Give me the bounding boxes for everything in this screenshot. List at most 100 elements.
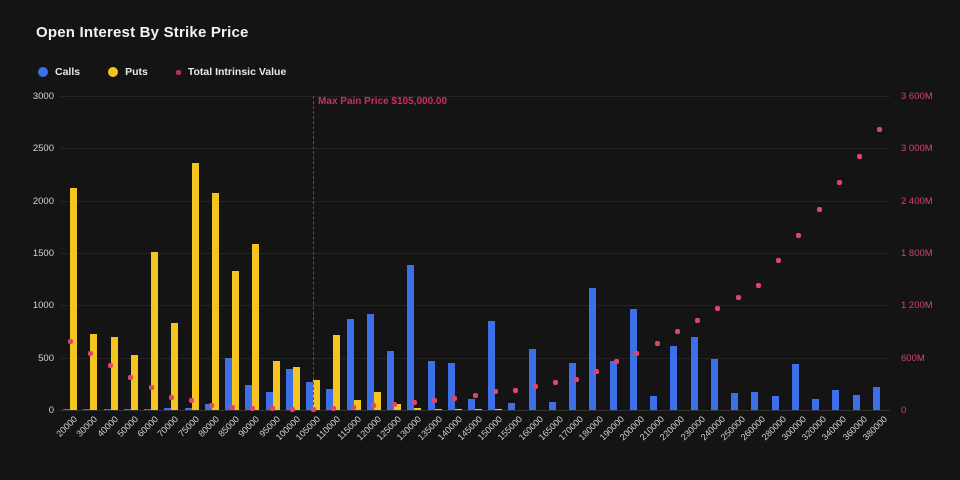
calls-bar[interactable] (144, 409, 151, 410)
gridline (60, 148, 890, 149)
intrinsic-value-dot[interactable] (209, 403, 214, 408)
intrinsic-value-dot[interactable] (290, 407, 295, 412)
puts-bar[interactable] (313, 380, 320, 410)
puts-bar[interactable] (495, 409, 502, 410)
calls-bar[interactable] (711, 359, 718, 410)
calls-bar[interactable] (164, 408, 171, 410)
calls-bar[interactable] (124, 409, 131, 410)
puts-bar[interactable] (273, 361, 280, 410)
calls-bar[interactable] (225, 358, 232, 410)
intrinsic-value-dot[interactable] (695, 318, 700, 323)
intrinsic-value-dot[interactable] (736, 295, 741, 300)
calls-bar[interactable] (468, 399, 475, 411)
intrinsic-value-dot[interactable] (128, 375, 133, 380)
calls-bar[interactable] (185, 408, 192, 410)
intrinsic-value-dot[interactable] (796, 233, 801, 238)
calls-bar[interactable] (751, 392, 758, 410)
intrinsic-value-dot[interactable] (533, 384, 538, 389)
puts-bar[interactable] (111, 337, 118, 410)
puts-bar[interactable] (333, 335, 340, 410)
intrinsic-value-dot[interactable] (311, 407, 316, 412)
intrinsic-value-dot[interactable] (715, 306, 720, 311)
calls-bar[interactable] (589, 288, 596, 410)
puts-bar[interactable] (192, 163, 199, 410)
intrinsic-value-dot[interactable] (108, 363, 113, 368)
calls-bar[interactable] (407, 265, 414, 410)
legend-item-puts[interactable]: Puts (108, 66, 148, 78)
calls-bar[interactable] (731, 393, 738, 410)
puts-bar[interactable] (293, 367, 300, 410)
puts-bar[interactable] (90, 334, 97, 410)
calls-bar[interactable] (306, 382, 313, 410)
intrinsic-value-dot[interactable] (574, 377, 579, 382)
calls-bar[interactable] (488, 321, 495, 410)
intrinsic-value-dot[interactable] (756, 283, 761, 288)
intrinsic-value-dot[interactable] (230, 405, 235, 410)
intrinsic-value-dot[interactable] (432, 398, 437, 403)
intrinsic-value-dot[interactable] (412, 400, 417, 405)
calls-bar[interactable] (873, 387, 880, 410)
calls-bar[interactable] (630, 309, 637, 410)
intrinsic-value-dot[interactable] (857, 154, 862, 159)
calls-bar[interactable] (529, 349, 536, 410)
calls-bar[interactable] (549, 402, 556, 410)
puts-bar[interactable] (475, 409, 482, 410)
calls-bar[interactable] (508, 403, 515, 410)
intrinsic-value-dot[interactable] (594, 369, 599, 374)
intrinsic-value-dot[interactable] (655, 341, 660, 346)
right-axis-tick-label: 1 200M (901, 300, 933, 311)
calls-bar[interactable] (812, 399, 819, 411)
calls-bar[interactable] (670, 346, 677, 410)
intrinsic-value-dot[interactable] (351, 405, 356, 410)
calls-bar[interactable] (83, 409, 90, 410)
intrinsic-value-dot[interactable] (817, 207, 822, 212)
intrinsic-value-dot[interactable] (331, 406, 336, 411)
intrinsic-value-dot[interactable] (493, 389, 498, 394)
puts-bar[interactable] (232, 271, 239, 410)
intrinsic-value-dot[interactable] (189, 398, 194, 403)
intrinsic-value-dot[interactable] (553, 380, 558, 385)
gridline (60, 358, 890, 359)
intrinsic-value-dot[interactable] (270, 406, 275, 411)
calls-bar[interactable] (792, 364, 799, 410)
intrinsic-value-dot[interactable] (513, 388, 518, 393)
intrinsic-value-dot[interactable] (88, 351, 93, 356)
legend-item-total-intrinsic-value[interactable]: Total Intrinsic Value (176, 66, 286, 78)
intrinsic-value-dot[interactable] (392, 402, 397, 407)
intrinsic-value-dot[interactable] (169, 395, 174, 400)
puts-bar[interactable] (252, 244, 259, 410)
legend-item-calls[interactable]: Calls (38, 66, 80, 78)
intrinsic-value-dot[interactable] (473, 393, 478, 398)
puts-bar[interactable] (70, 188, 77, 410)
intrinsic-value-dot[interactable] (776, 258, 781, 263)
calls-bar[interactable] (610, 361, 617, 410)
puts-bar[interactable] (435, 409, 442, 410)
calls-bar[interactable] (448, 363, 455, 410)
intrinsic-value-dot[interactable] (837, 180, 842, 185)
left-axis-tick-label: 3000 (0, 91, 54, 102)
calls-bar[interactable] (772, 396, 779, 410)
puts-bar[interactable] (414, 408, 421, 410)
intrinsic-value-dot[interactable] (149, 385, 154, 390)
puts-bar[interactable] (131, 355, 138, 410)
puts-bar[interactable] (212, 193, 219, 410)
calls-bar[interactable] (367, 314, 374, 410)
intrinsic-value-dot[interactable] (614, 359, 619, 364)
intrinsic-value-dot[interactable] (452, 396, 457, 401)
legend-label-total-intrinsic-value: Total Intrinsic Value (188, 66, 286, 78)
calls-bar[interactable] (853, 395, 860, 410)
calls-bar[interactable] (63, 409, 70, 410)
calls-bar[interactable] (286, 369, 293, 410)
intrinsic-value-dot[interactable] (877, 127, 882, 132)
calls-bar[interactable] (650, 396, 657, 410)
intrinsic-value-dot[interactable] (250, 406, 255, 411)
calls-bar[interactable] (832, 390, 839, 410)
intrinsic-value-dot[interactable] (634, 351, 639, 356)
intrinsic-value-dot[interactable] (675, 329, 680, 334)
intrinsic-value-dot[interactable] (68, 339, 73, 344)
calls-bar[interactable] (569, 363, 576, 410)
calls-bar[interactable] (104, 409, 111, 410)
puts-bar[interactable] (455, 409, 462, 410)
calls-bar[interactable] (691, 337, 698, 410)
calls-bar[interactable] (347, 319, 354, 410)
